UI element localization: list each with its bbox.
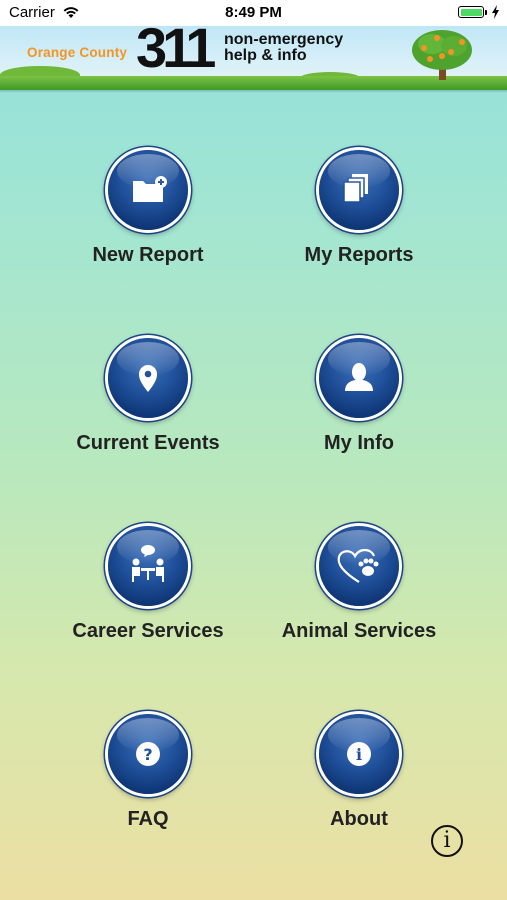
folder-plus-icon xyxy=(133,176,167,202)
new-report-label: New Report xyxy=(92,244,204,266)
new-report-button[interactable]: New Report xyxy=(48,150,248,290)
animal-services-button[interactable]: Animal Services xyxy=(259,526,459,666)
heart-paw-icon xyxy=(337,548,379,583)
question-icon: ? xyxy=(136,742,160,766)
faq-button[interactable]: ? FAQ xyxy=(48,714,248,854)
current-events-label: Current Events xyxy=(76,432,220,454)
info-circle-icon[interactable]: i xyxy=(431,825,463,857)
service-number: 311 xyxy=(136,26,216,79)
career-services-button[interactable]: Career Services xyxy=(48,526,248,666)
orange-tree-icon xyxy=(412,30,472,80)
animal-services-label: Animal Services xyxy=(281,620,437,642)
current-events-button[interactable]: Current Events xyxy=(48,338,248,478)
header-banner: Orange County 311 non-emergency help & i… xyxy=(0,26,507,90)
career-services-label: Career Services xyxy=(72,620,224,642)
county-name: Orange County xyxy=(27,45,128,60)
status-bar: Carrier 8:49 PM xyxy=(0,0,507,26)
battery-icon xyxy=(458,6,484,18)
person-icon xyxy=(345,363,373,391)
my-reports-label: My Reports xyxy=(304,244,414,266)
map-pin-icon xyxy=(139,365,157,392)
my-info-button[interactable]: My Info xyxy=(259,338,459,478)
svg-text:?: ? xyxy=(143,745,152,764)
interview-people-icon xyxy=(132,545,164,582)
my-info-label: My Info xyxy=(324,432,394,454)
documents-stack-icon xyxy=(343,174,368,203)
status-time: 8:49 PM xyxy=(225,4,282,21)
info-icon: i xyxy=(347,742,371,766)
faq-label: FAQ xyxy=(127,808,169,830)
my-reports-button[interactable]: My Reports xyxy=(259,150,459,290)
svg-text:i: i xyxy=(356,745,362,764)
about-button[interactable]: i About xyxy=(259,714,459,854)
tagline-line1: non-emergency xyxy=(224,31,344,48)
tagline-line2: help & info xyxy=(224,47,307,64)
charging-bolt-icon xyxy=(492,5,499,19)
